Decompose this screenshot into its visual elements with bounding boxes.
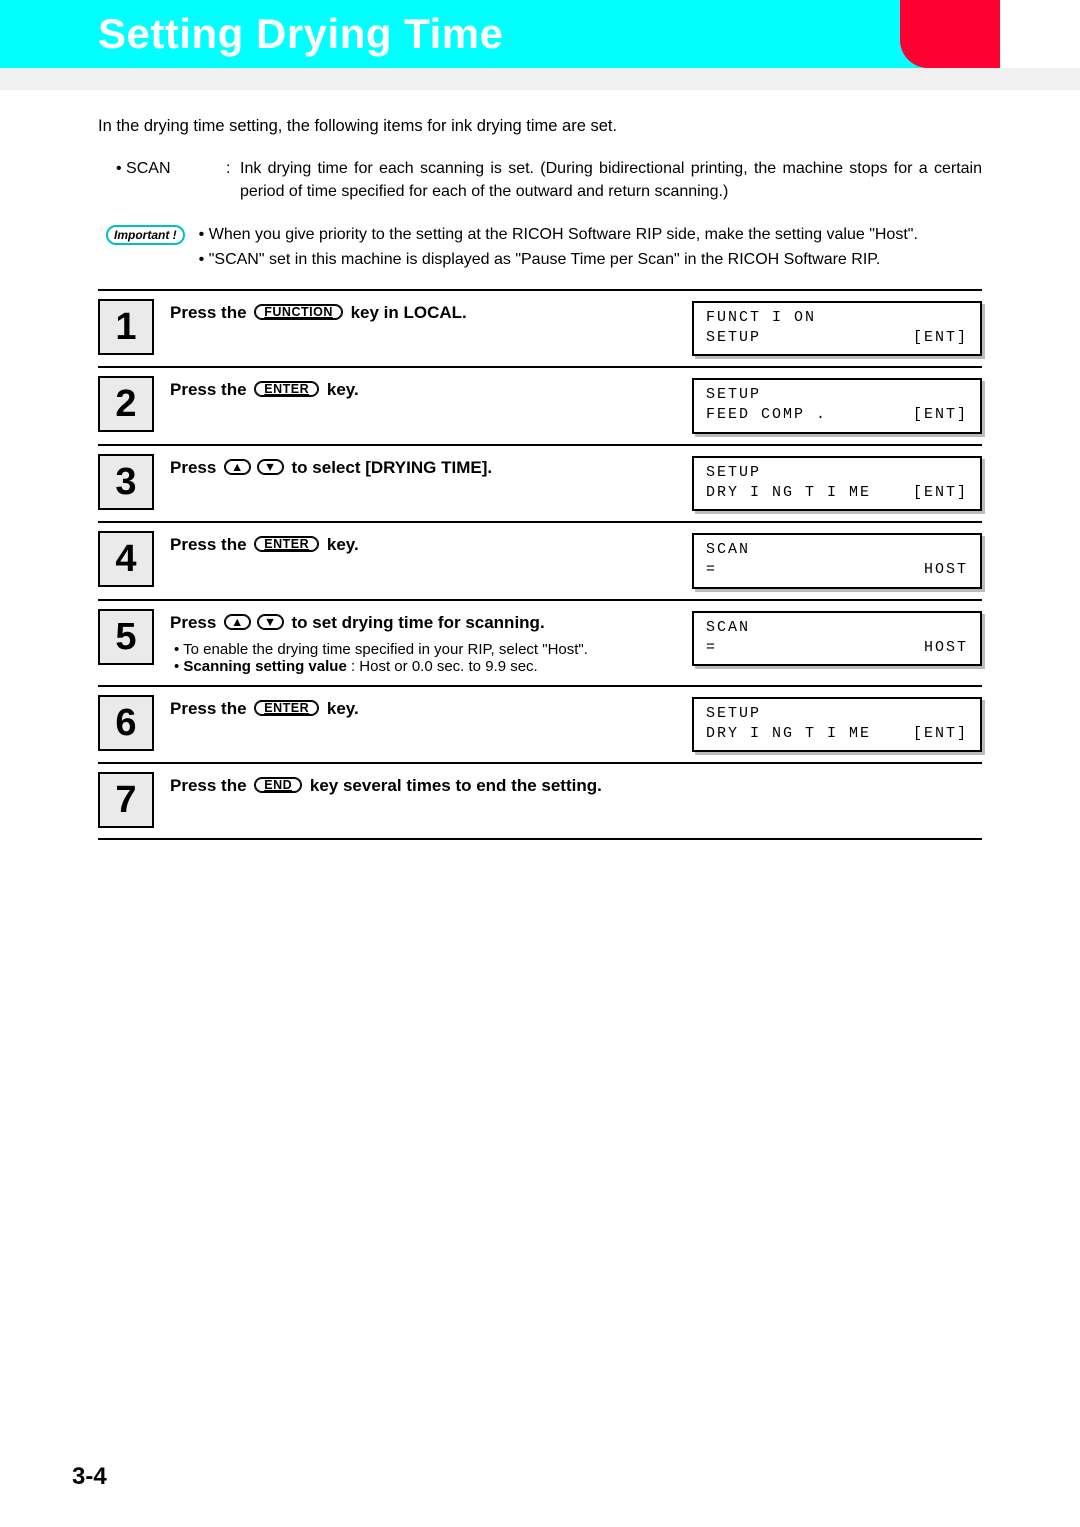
enter-key: ENTER [254, 381, 319, 397]
step-4: 4 Press the ENTER key. SCAN =HOST [98, 523, 982, 601]
step-number: 7 [98, 772, 154, 828]
lcd-display: SETUP FEED COMP .[ENT] [692, 378, 982, 434]
enter-key: ENTER [254, 700, 319, 716]
lcd-line1: SETUP [706, 385, 968, 405]
lcd-line2: =HOST [706, 560, 968, 580]
header-underline [0, 68, 1080, 90]
lcd-line1: SETUP [706, 704, 968, 724]
step-number: 4 [98, 531, 154, 587]
important-note: Important ! • When you give priority to … [98, 223, 982, 273]
important-badge: Important ! [106, 225, 185, 245]
lcd-display: SCAN =HOST [692, 533, 982, 589]
scan-definition: • SCAN : Ink drying time for each scanni… [98, 157, 982, 203]
lcd-display: SETUP DRY I NG T I ME[ENT] [692, 697, 982, 753]
section-tab [900, 0, 1000, 68]
step-instruction: Press the ENTER key. [170, 695, 676, 719]
step-7: 7 Press the END key several times to end… [98, 764, 982, 840]
page-number: 3-4 [72, 1463, 107, 1491]
step-number: 3 [98, 454, 154, 510]
down-arrow-key: ▼ [257, 614, 284, 630]
lcd-line1: SCAN [706, 618, 968, 638]
step-instruction: Press the END key several times to end t… [170, 772, 982, 796]
lcd-line2: SETUP[ENT] [706, 328, 968, 348]
step-number: 1 [98, 299, 154, 355]
lcd-display: FUNCT I ON SETUP[ENT] [692, 301, 982, 357]
step-instruction: Press the ENTER key. [170, 531, 676, 555]
step-5-notes: To enable the drying time specified in y… [170, 641, 676, 675]
lcd-line2: FEED COMP .[ENT] [706, 405, 968, 425]
important-line-1: • When you give priority to the setting … [199, 223, 918, 248]
lcd-line1: FUNCT I ON [706, 308, 968, 328]
step-5-note-1: To enable the drying time specified in y… [184, 641, 676, 658]
page-header: Setting Drying Time [0, 0, 980, 68]
step-instruction: Press ▲▼ to set drying time for scanning… [170, 609, 676, 675]
scan-colon: : [226, 157, 240, 203]
page-content: In the drying time setting, the followin… [0, 90, 1080, 840]
page-title: Setting Drying Time [0, 0, 980, 68]
scan-body: Ink drying time for each scanning is set… [240, 157, 982, 203]
step-2: 2 Press the ENTER key. SETUP FEED COMP .… [98, 368, 982, 446]
lcd-display: SCAN =HOST [692, 611, 982, 667]
step-number: 6 [98, 695, 154, 751]
step-5-note-2: Scanning setting value : Host or 0.0 sec… [184, 658, 676, 675]
step-3: 3 Press ▲▼ to select [DRYING TIME]. SETU… [98, 446, 982, 524]
function-key: FUNCTION [254, 304, 343, 320]
lcd-line1: SETUP [706, 463, 968, 483]
important-line-2: • "SCAN" set in this machine is displaye… [199, 248, 918, 273]
step-number: 2 [98, 376, 154, 432]
lcd-line2: DRY I NG T I ME[ENT] [706, 724, 968, 744]
step-5: 5 Press ▲▼ to set drying time for scanni… [98, 601, 982, 687]
important-list: • When you give priority to the setting … [199, 223, 918, 273]
step-instruction: Press the FUNCTION key in LOCAL. [170, 299, 676, 323]
step-1: 1 Press the FUNCTION key in LOCAL. FUNCT… [98, 291, 982, 369]
lcd-display: SETUP DRY I NG T I ME[ENT] [692, 456, 982, 512]
up-arrow-key: ▲ [224, 614, 251, 630]
end-key: END [254, 777, 302, 793]
step-instruction: Press the ENTER key. [170, 376, 676, 400]
enter-key: ENTER [254, 536, 319, 552]
step-6: 6 Press the ENTER key. SETUP DRY I NG T … [98, 687, 982, 765]
up-arrow-key: ▲ [224, 459, 251, 475]
down-arrow-key: ▼ [257, 459, 284, 475]
lcd-line1: SCAN [706, 540, 968, 560]
step-number: 5 [98, 609, 154, 665]
scan-term: • SCAN [116, 157, 226, 203]
lcd-line2: =HOST [706, 638, 968, 658]
intro-text: In the drying time setting, the followin… [98, 114, 982, 139]
step-instruction: Press ▲▼ to select [DRYING TIME]. [170, 454, 676, 478]
lcd-line2: DRY I NG T I ME[ENT] [706, 483, 968, 503]
